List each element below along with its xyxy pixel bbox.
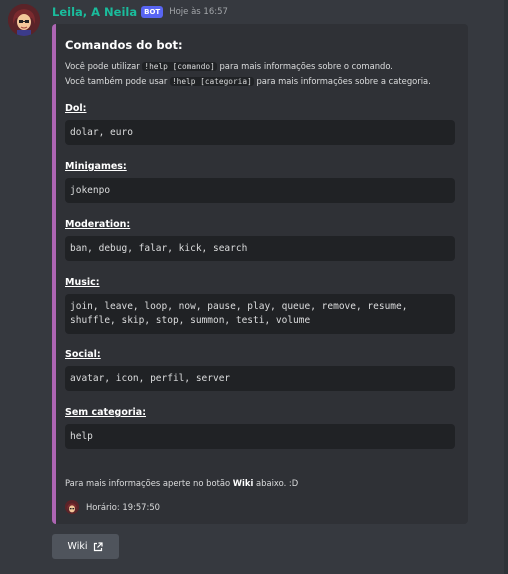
wiki-button-label: Wiki bbox=[67, 541, 88, 552]
description-line-2: Você também pode usar !help [categoria] … bbox=[65, 74, 431, 89]
footer-avatar-icon bbox=[65, 500, 79, 514]
help-embed: Comandos do bot: Você pode utilizar !hel… bbox=[52, 24, 468, 524]
embed-title: Comandos do bot: bbox=[65, 38, 183, 52]
field-name-sem-categoria: Sem categoria: bbox=[65, 407, 146, 418]
embed-description: Você pode utilizar !help [comando] para … bbox=[65, 59, 431, 89]
message-timestamp: Hoje às 16:57 bbox=[169, 7, 228, 17]
field-value-dol: dolar, euro bbox=[65, 120, 455, 145]
embed-footer: Horário: 19:57:50 bbox=[65, 500, 160, 514]
wiki-button[interactable]: Wiki bbox=[52, 534, 119, 559]
description-line-1: Você pode utilizar !help [comando] para … bbox=[65, 59, 431, 74]
field-name-minigames: Minigames: bbox=[65, 161, 127, 172]
description-text: Você também pode usar bbox=[65, 76, 170, 86]
field-value-line: shuffle, skip, stop, summon, testi, volu… bbox=[70, 315, 311, 326]
scrollbar-track[interactable] bbox=[504, 0, 508, 574]
message-header: Leila, A Neila BOT Hoje às 16:57 bbox=[52, 5, 228, 19]
inline-code: !help [comando] bbox=[142, 62, 217, 71]
author-name[interactable]: Leila, A Neila bbox=[52, 5, 137, 19]
footer-timestamp: Horário: 19:57:50 bbox=[86, 502, 160, 512]
description-text: Você pode utilizar bbox=[65, 61, 143, 71]
description-text: para mais informações sobre o comando. bbox=[216, 61, 393, 71]
footer-text-part: Para mais informações aperte no botão bbox=[65, 478, 233, 488]
bot-badge: BOT bbox=[141, 6, 164, 18]
field-value-social: avatar, icon, perfil, server bbox=[65, 366, 455, 391]
field-name-music: Music: bbox=[65, 277, 100, 288]
external-link-icon bbox=[94, 541, 104, 551]
field-value-music: join, leave, loop, now, pause, play, que… bbox=[65, 294, 455, 334]
field-value-sem-categoria: help bbox=[65, 424, 455, 449]
inline-code: !help [categoria] bbox=[169, 77, 254, 86]
field-name-social: Social: bbox=[65, 349, 101, 360]
description-text: para mais informações sobre a categoria. bbox=[253, 76, 431, 86]
field-value-minigames: jokenpo bbox=[65, 178, 455, 203]
embed-footer-text: Para mais informações aperte no botão Wi… bbox=[65, 478, 298, 488]
field-name-moderation: Moderation: bbox=[65, 219, 131, 230]
footer-text-part: abaixo. :D bbox=[253, 478, 299, 488]
field-value-moderation: ban, debug, falar, kick, search bbox=[65, 236, 455, 261]
field-name-dol: Dol: bbox=[65, 103, 87, 114]
footer-text-bold: Wiki bbox=[232, 478, 254, 488]
author-avatar[interactable] bbox=[8, 4, 40, 36]
field-value-line: join, leave, loop, now, pause, play, que… bbox=[70, 301, 408, 312]
